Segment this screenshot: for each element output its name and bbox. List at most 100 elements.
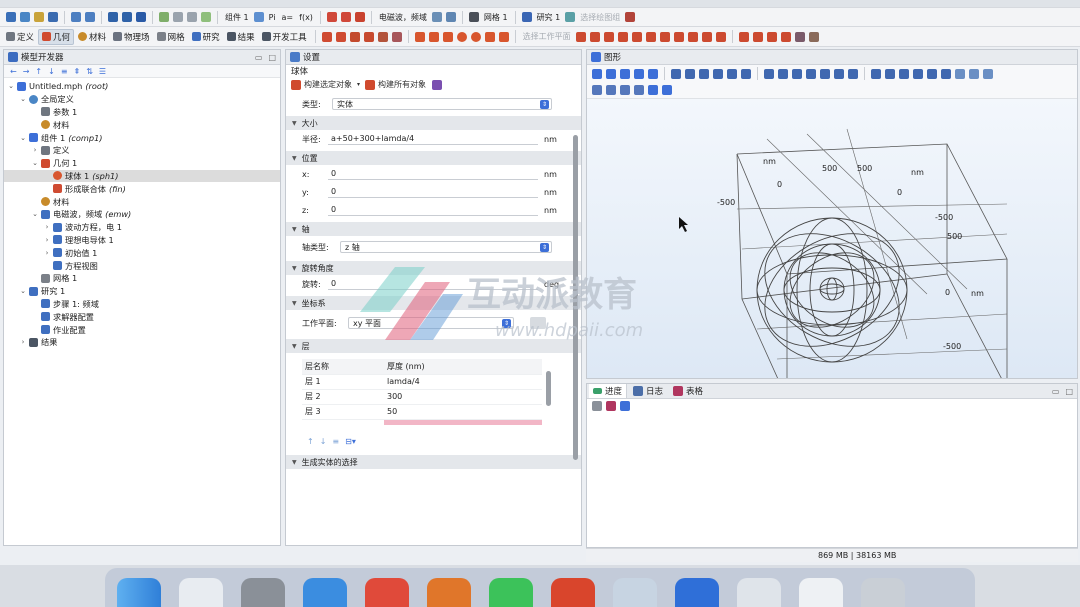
tree-node[interactable]: ⌄ Untitled.mph (root) bbox=[4, 80, 280, 93]
selection-section-header[interactable]: ▼ 生成实体的选择 bbox=[286, 455, 581, 469]
chevron-down-icon[interactable]: ⌄ bbox=[7, 82, 15, 90]
tree-node[interactable]: ⌄ 电磁波，频域 (emw) bbox=[4, 208, 280, 221]
clear-icon[interactable] bbox=[592, 401, 602, 411]
tools-icon[interactable] bbox=[377, 31, 388, 42]
table-row[interactable]: 层 2 300 bbox=[302, 389, 542, 405]
chamfer-icon[interactable] bbox=[673, 31, 684, 42]
view-xy-icon[interactable] bbox=[685, 68, 695, 79]
chevron-right-icon[interactable]: › bbox=[19, 338, 27, 346]
axis-type-select[interactable]: z 轴 ⇕ bbox=[340, 241, 552, 253]
coord-section-header[interactable]: ▼ 坐标系 bbox=[286, 296, 581, 310]
block-icon[interactable] bbox=[414, 31, 425, 42]
ribbon-tab-5[interactable]: 研究 bbox=[189, 29, 223, 45]
geometry-view[interactable]: nm 500 500 nm 0 0 -500 -500 500 0 nm -50… bbox=[587, 99, 1077, 400]
radius-field[interactable]: a+50+300+lamda/4 bbox=[328, 133, 538, 145]
geometry-tools-icon[interactable] bbox=[340, 12, 351, 22]
repair-icon[interactable] bbox=[780, 31, 791, 42]
select-plot-group-dropdown[interactable]: 选择绘图组 bbox=[580, 12, 620, 23]
print-icon[interactable] bbox=[662, 85, 672, 95]
sort-icon[interactable]: ⇅ bbox=[86, 67, 93, 76]
back-arrow-icon[interactable]: ← bbox=[10, 67, 17, 76]
build-all-icon[interactable] bbox=[321, 31, 332, 42]
view-yz-icon[interactable] bbox=[699, 68, 709, 79]
delete-entities-icon[interactable] bbox=[752, 31, 763, 42]
chevron-down-icon[interactable]: ⌄ bbox=[31, 210, 39, 218]
launchpad-icon[interactable] bbox=[179, 578, 223, 607]
rotation-field[interactable]: 0 bbox=[328, 278, 538, 290]
show-more-icon[interactable]: ≡ bbox=[61, 67, 68, 76]
grid-icon[interactable] bbox=[592, 85, 602, 95]
zoom-out-icon[interactable] bbox=[606, 68, 616, 79]
table-row[interactable]: 层 1 lamda/4 bbox=[302, 374, 542, 390]
move-down-icon[interactable]: ↓ bbox=[48, 67, 55, 76]
tree-node[interactable]: 求解器配置 bbox=[4, 310, 280, 323]
undo-icon[interactable] bbox=[71, 12, 81, 22]
type-select[interactable]: 实体 ⇕ bbox=[332, 98, 552, 110]
layout-single-icon[interactable] bbox=[955, 68, 965, 79]
chevron-down-icon[interactable]: ⌄ bbox=[31, 159, 39, 167]
sweep-icon[interactable] bbox=[603, 31, 614, 42]
render-icon[interactable] bbox=[941, 68, 951, 79]
ribbon-tab-0[interactable]: 定义 bbox=[3, 29, 37, 45]
move-up-icon[interactable]: ↑ bbox=[307, 437, 314, 446]
tree-node[interactable]: ⌄ 几何 1 bbox=[4, 157, 280, 170]
extrude-icon[interactable] bbox=[575, 31, 586, 42]
ribbon-tab-4[interactable]: 网格 bbox=[154, 29, 188, 45]
view-zx-icon[interactable] bbox=[713, 68, 723, 79]
tab-log[interactable]: 日志 bbox=[627, 385, 669, 397]
maximize-icon[interactable]: □ bbox=[1065, 387, 1073, 396]
physics-settings-icon[interactable] bbox=[431, 12, 442, 22]
tree-node[interactable]: › 定义 bbox=[4, 144, 280, 157]
build-selected-icon[interactable] bbox=[335, 31, 346, 42]
physics-dropdown[interactable]: 电磁波，频域 bbox=[379, 12, 427, 23]
chevron-right-icon[interactable]: › bbox=[43, 236, 51, 244]
parts-icon[interactable] bbox=[794, 31, 805, 42]
chevron-down-icon[interactable]: ⌄ bbox=[19, 134, 27, 142]
wireframe-icon[interactable] bbox=[913, 68, 923, 79]
position-section-header[interactable]: ▼ 位置 bbox=[286, 151, 581, 165]
ellipsoid-icon[interactable] bbox=[484, 31, 495, 42]
build-selected-button[interactable]: 构建选定对象 bbox=[304, 79, 352, 90]
chevron-right-icon[interactable]: › bbox=[31, 146, 39, 154]
minimize-icon[interactable]: ▭ bbox=[255, 53, 263, 62]
lock-icon[interactable] bbox=[363, 31, 374, 42]
settings-scrollbar[interactable] bbox=[573, 135, 578, 460]
more-tools-icon[interactable] bbox=[808, 31, 819, 42]
loft-icon[interactable] bbox=[617, 31, 628, 42]
view-axis-icon[interactable] bbox=[671, 68, 681, 79]
safari-icon[interactable] bbox=[303, 578, 347, 607]
maximize-icon[interactable]: □ bbox=[268, 53, 276, 62]
geometry-ops-icon[interactable] bbox=[354, 12, 365, 22]
clipping-icon[interactable] bbox=[606, 85, 616, 95]
chevron-right-icon[interactable]: › bbox=[43, 223, 51, 231]
windows-icon[interactable] bbox=[108, 12, 118, 22]
save-icon[interactable] bbox=[48, 12, 58, 22]
delete-row-icon[interactable]: ≡ bbox=[332, 437, 339, 446]
ribbon-tab-3[interactable]: 物理场 bbox=[110, 29, 153, 45]
select-points-icon[interactable] bbox=[820, 68, 830, 79]
folder-icon[interactable] bbox=[34, 12, 44, 22]
revolve-icon[interactable] bbox=[589, 31, 600, 42]
zoom-in-icon[interactable] bbox=[592, 68, 602, 79]
show-icon[interactable] bbox=[885, 68, 895, 79]
tree-node[interactable]: ⌄ 组件 1 (comp1) bbox=[4, 131, 280, 144]
layers-section-header[interactable]: ▼ 层 bbox=[286, 339, 581, 353]
forward-arrow-icon[interactable]: → bbox=[23, 67, 30, 76]
tree-node[interactable]: 参数 1 bbox=[4, 106, 280, 119]
move-up-icon[interactable]: ↑ bbox=[35, 67, 42, 76]
delete-icon[interactable] bbox=[391, 31, 402, 42]
trash-icon[interactable] bbox=[861, 578, 905, 607]
workplane-sync-icon[interactable] bbox=[530, 317, 546, 329]
axis-section-header[interactable]: ▼ 轴 bbox=[286, 222, 581, 236]
matlab-icon[interactable] bbox=[427, 578, 471, 607]
pos-x-field[interactable]: 0 bbox=[328, 168, 538, 180]
select-domains-icon[interactable] bbox=[778, 68, 788, 79]
tree-node[interactable]: 方程视图 bbox=[4, 259, 280, 272]
new-file-icon[interactable] bbox=[6, 12, 16, 22]
collapse-icon[interactable]: ⇞ bbox=[74, 67, 81, 76]
variables-dropdown[interactable]: a= bbox=[282, 13, 294, 22]
zoom-box-icon[interactable] bbox=[620, 68, 630, 79]
refresh-icon[interactable] bbox=[634, 85, 644, 95]
tab-table[interactable]: 表格 bbox=[669, 385, 1046, 397]
tree-node[interactable]: › 结果 bbox=[4, 336, 280, 349]
